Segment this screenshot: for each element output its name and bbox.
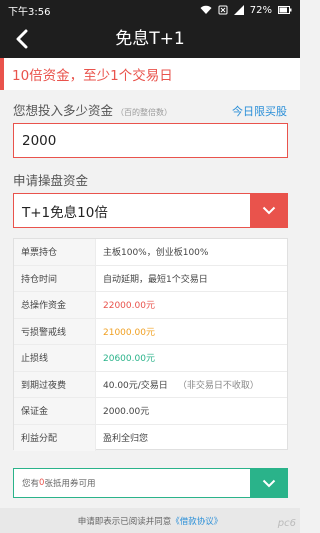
table-row-key: 止损线 bbox=[14, 345, 96, 371]
table-row-value: 2000.00元 bbox=[103, 407, 150, 418]
table-row-key: 利益分配 bbox=[14, 424, 96, 451]
coupon-prefix: 您有 bbox=[22, 479, 40, 489]
leverage-select-value: T+1免息10倍 bbox=[22, 204, 108, 221]
table-row-value: 40.00元/交易日 bbox=[103, 380, 168, 391]
nav-bar: 免息T+1 bbox=[0, 20, 300, 58]
table-row: 持仓时间 自动延期，最短1个交易日 bbox=[14, 265, 287, 292]
coupon-select[interactable]: 您有 0 张抵用券可用 bbox=[13, 468, 288, 498]
agreement-footer: 申请即表示已阅读并同意 《借款协议》 bbox=[0, 508, 300, 533]
table-row: 单票持仓 主板100%，创业板100% bbox=[14, 239, 287, 266]
apply-label: 申请操盘资金 bbox=[13, 173, 89, 188]
table-row: 亏损警戒线 21000.00元 bbox=[14, 318, 287, 345]
coupon-suffix: 张抵用券可用 bbox=[44, 479, 96, 489]
invest-amount-input[interactable]: 2000 bbox=[13, 123, 288, 158]
table-row-note: （非交易日不收取） bbox=[177, 380, 259, 391]
table-row-key: 亏损警戒线 bbox=[14, 318, 96, 344]
table-row: 保证金 2000.00元 bbox=[14, 398, 287, 425]
loan-agreement-link[interactable]: 《借款协议》 bbox=[171, 515, 222, 527]
table-row: 止损线 20600.00元 bbox=[14, 345, 287, 372]
watermark-logo: pc6 bbox=[277, 518, 296, 529]
coupon-dropdown-button[interactable] bbox=[250, 469, 287, 497]
battery-level: 72% bbox=[249, 4, 272, 16]
table-row: 到期过夜费 40.00元/交易日 （非交易日不收取） bbox=[14, 371, 287, 398]
table-row-key: 单票持仓 bbox=[14, 239, 96, 265]
chevron-down-icon bbox=[262, 206, 275, 215]
table-row-value: 盈利全归您 bbox=[103, 434, 149, 445]
apply-label-row: 申请操盘资金 bbox=[13, 170, 287, 189]
table-row-key: 到期过夜费 bbox=[14, 371, 96, 397]
table-row: 利益分配 盈利全归您 bbox=[14, 424, 287, 451]
today-limit-link[interactable]: 今日限买股 bbox=[232, 103, 287, 119]
table-row-value: 20600.00元 bbox=[103, 354, 155, 365]
table-row-value-wrap: 40.00元/交易日 （非交易日不收取） bbox=[96, 378, 259, 391]
table-row-key: 保证金 bbox=[14, 398, 96, 424]
table-row-value: 22000.00元 bbox=[103, 301, 155, 312]
leverage-dropdown-button[interactable] bbox=[250, 194, 287, 227]
agreement-text: 申请即表示已阅读并同意 bbox=[77, 516, 172, 527]
signal-icon bbox=[233, 5, 244, 15]
invest-label: 您想投入多少资金 bbox=[13, 103, 114, 118]
table-row-value: 主板100%，创业板100% bbox=[103, 248, 209, 259]
status-bar: 下午3:56 72% bbox=[0, 0, 300, 20]
details-table: 单票持仓 主板100%，创业板100% 持仓时间 自动延期，最短1个交易日 总操… bbox=[13, 238, 288, 451]
table-row-value: 自动延期，最短1个交易日 bbox=[103, 274, 208, 285]
promo-banner: 10倍资金，至少1个交易日 bbox=[0, 58, 300, 90]
status-time: 下午3:56 bbox=[8, 6, 51, 18]
promo-banner-text: 10倍资金，至少1个交易日 bbox=[12, 68, 173, 84]
page-title: 免息T+1 bbox=[115, 29, 185, 49]
invest-hint: （百的整倍数） bbox=[116, 108, 173, 117]
table-row-key: 持仓时间 bbox=[14, 265, 96, 291]
leverage-select[interactable]: T+1免息10倍 bbox=[13, 193, 288, 228]
battery-icon bbox=[278, 6, 292, 14]
chevron-down-icon bbox=[262, 479, 275, 487]
table-row-value: 21000.00元 bbox=[103, 327, 155, 338]
sim-icon bbox=[218, 5, 228, 15]
table-row-key: 总操作资金 bbox=[14, 292, 96, 318]
wifi-icon bbox=[200, 5, 212, 15]
table-row: 总操作资金 22000.00元 bbox=[14, 292, 287, 319]
invest-label-row: 您想投入多少资金 （百的整倍数） 今日限买股 bbox=[13, 100, 287, 119]
